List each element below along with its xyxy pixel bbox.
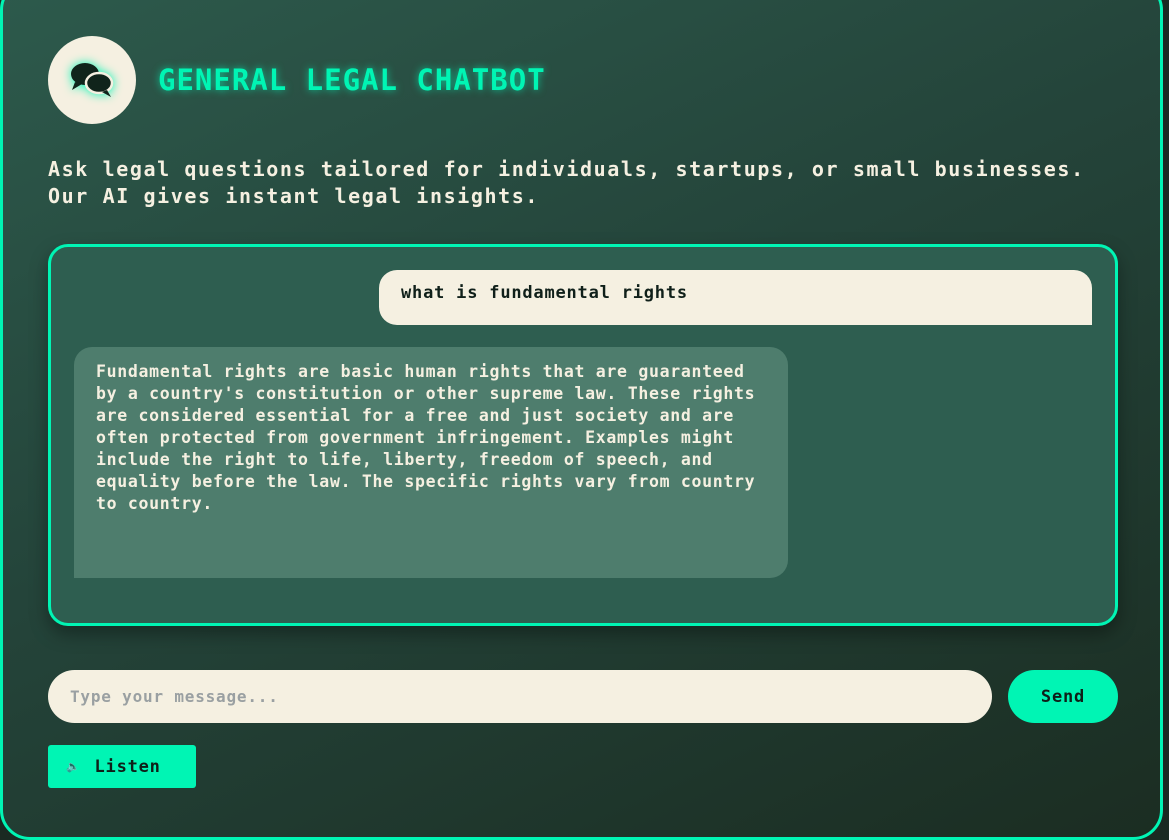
- listen-label: Listen: [94, 756, 161, 777]
- chat-window[interactable]: what is fundamental rights Fundamental r…: [48, 244, 1118, 626]
- send-button[interactable]: Send: [1008, 670, 1118, 723]
- header: General Legal Chatbot: [48, 36, 546, 124]
- message-input[interactable]: [48, 670, 992, 723]
- speaker-icon: 🔈: [66, 760, 81, 773]
- chat-bubbles-icon: [71, 63, 114, 97]
- listen-button[interactable]: 🔈 Listen: [48, 745, 196, 788]
- logo: [48, 36, 136, 124]
- page-subtitle: Ask legal questions tailored for individ…: [48, 157, 1085, 208]
- user-message: what is fundamental rights: [379, 270, 1092, 325]
- page-title: General Legal Chatbot: [158, 63, 546, 97]
- bot-message: Fundamental rights are basic human right…: [74, 347, 788, 578]
